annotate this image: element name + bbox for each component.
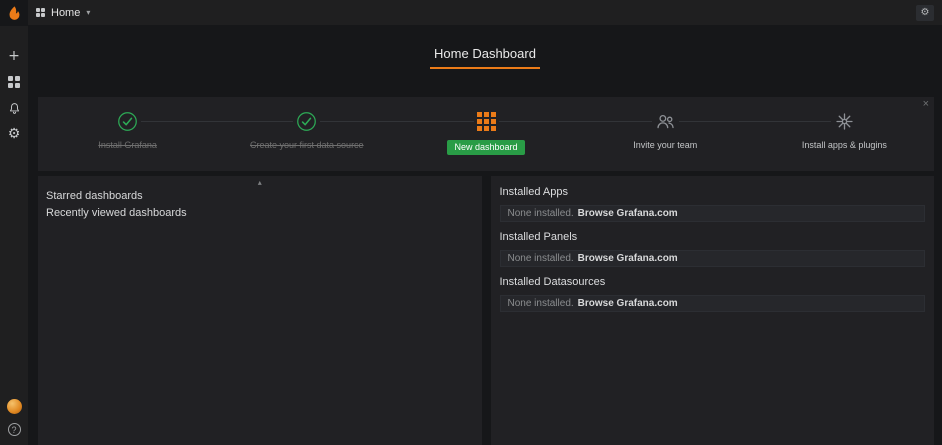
check-circle-icon	[114, 110, 141, 132]
dashboards-grid-icon	[36, 8, 45, 17]
step-label: Install apps & plugins	[802, 140, 887, 150]
section-title: Installed Apps	[500, 186, 926, 198]
main-column: Home ▾ ⚙ Home Dashboard ×	[28, 0, 942, 445]
section-title: Installed Panels	[500, 231, 926, 243]
browse-grafana-panels-link[interactable]: None installed. Browse Grafana.com	[500, 250, 926, 267]
installed-datasources-section: Installed Datasources None installed. Br…	[500, 276, 926, 312]
sidebar-bottom: ?	[7, 399, 22, 445]
dashboard-grid-icon	[474, 110, 499, 132]
dashboards-panel: ▴ Starred dashboards Recently viewed das…	[38, 176, 482, 445]
top-navbar: Home ▾ ⚙	[28, 0, 942, 25]
new-dashboard-badge: New dashboard	[447, 140, 524, 155]
create-plus-icon[interactable]: +	[6, 48, 22, 64]
dashboard-content: Home Dashboard × Install Grafana	[28, 25, 942, 445]
plugins-body: Installed Apps None installed. Browse Gr…	[491, 176, 935, 329]
plugin-icon	[831, 110, 858, 132]
dashboard-settings-button[interactable]: ⚙	[916, 5, 934, 21]
recent-dashboards-header: Recently viewed dashboards	[46, 207, 474, 219]
close-icon[interactable]: ×	[923, 98, 929, 110]
check-circle-icon	[293, 110, 320, 132]
installed-panels-section: Installed Panels None installed. Browse …	[500, 231, 926, 267]
chevron-up-icon[interactable]: ▴	[252, 176, 268, 189]
title-wrap: Home Dashboard	[28, 25, 942, 69]
browse-grafana-datasources-link[interactable]: None installed. Browse Grafana.com	[500, 295, 926, 312]
configuration-gear-icon[interactable]: ⚙	[6, 126, 22, 142]
dashboard-picker[interactable]: Home ▾	[36, 7, 90, 19]
step-install-plugins[interactable]: Install apps & plugins	[755, 97, 934, 171]
step-label: Invite your team	[633, 140, 697, 150]
grafana-flame-icon	[6, 5, 23, 22]
step-invite-team[interactable]: Invite your team	[576, 97, 755, 171]
step-new-dashboard[interactable]: New dashboard	[396, 97, 575, 171]
browse-link-text: Browse Grafana.com	[578, 208, 678, 219]
step-install-grafana[interactable]: Install Grafana	[38, 97, 217, 171]
sidebar-nav: + ⚙	[6, 48, 22, 142]
bottom-panels: ▴ Starred dashboards Recently viewed das…	[38, 176, 934, 445]
installed-apps-section: Installed Apps None installed. Browse Gr…	[500, 186, 926, 222]
alerting-bell-icon[interactable]	[6, 100, 22, 116]
getting-started-steps: Install Grafana Create your first data s…	[38, 97, 934, 171]
step-label: Create your first data source	[250, 140, 364, 150]
browse-grafana-apps-link[interactable]: None installed. Browse Grafana.com	[500, 205, 926, 222]
grafana-logo[interactable]	[0, 0, 28, 26]
grafana-app: + ⚙ ? Home ▾	[0, 0, 942, 445]
empty-text: None installed.	[508, 253, 574, 264]
section-title: Installed Datasources	[500, 276, 926, 288]
dashboard-picker-label: Home	[51, 7, 80, 19]
page-title: Home Dashboard	[430, 46, 540, 69]
getting-started-panel: × Install Grafana	[38, 97, 934, 171]
starred-dashboards-header: Starred dashboards	[46, 190, 474, 202]
user-avatar[interactable]	[7, 399, 22, 414]
dashboards-icon[interactable]	[6, 74, 22, 90]
empty-text: None installed.	[508, 208, 574, 219]
step-label: Install Grafana	[98, 140, 157, 150]
step-create-data-source[interactable]: Create your first data source	[217, 97, 396, 171]
four-squares-icon	[8, 76, 20, 88]
installed-plugins-panel: Installed Apps None installed. Browse Gr…	[491, 176, 935, 445]
empty-text: None installed.	[508, 298, 574, 309]
team-icon	[652, 110, 679, 132]
browse-link-text: Browse Grafana.com	[578, 298, 678, 309]
chevron-down-icon: ▾	[86, 8, 90, 17]
help-icon[interactable]: ?	[8, 423, 21, 436]
browse-link-text: Browse Grafana.com	[578, 253, 678, 264]
sidebar: + ⚙ ?	[0, 0, 28, 445]
